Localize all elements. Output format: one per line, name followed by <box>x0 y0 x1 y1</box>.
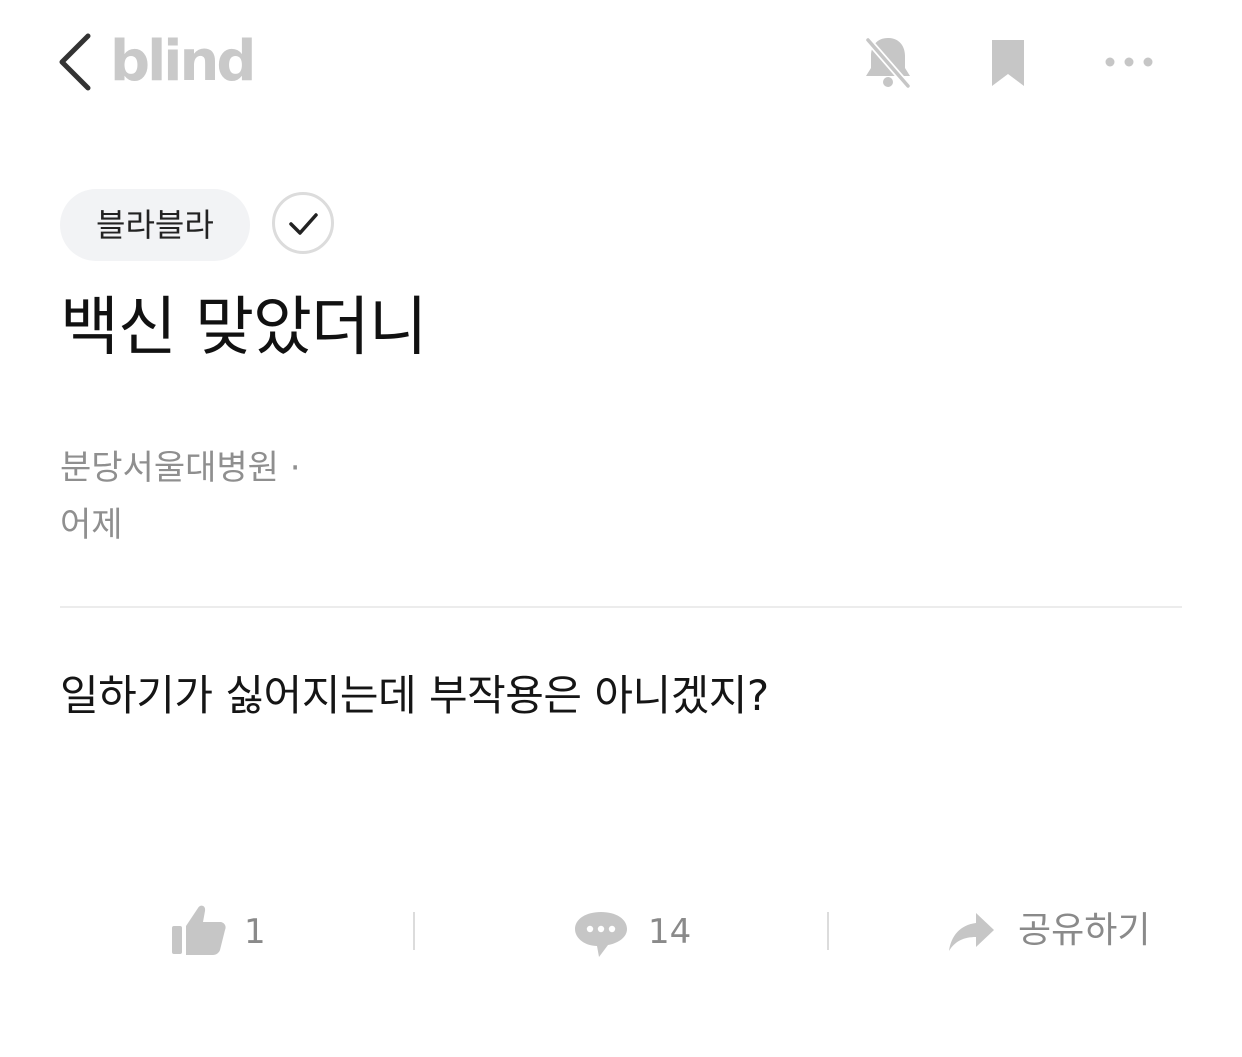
like-button[interactable] <box>170 900 228 958</box>
share-arrow-icon <box>949 913 994 951</box>
action-separator <box>827 912 829 950</box>
more-button[interactable] <box>1100 48 1160 76</box>
category-chip[interactable]: 블라블라 <box>60 189 250 261</box>
top-bar: blind <box>0 0 1242 130</box>
action-separator <box>413 912 415 950</box>
speech-bubble-icon <box>575 912 627 957</box>
divider <box>60 606 1182 608</box>
bookmark-button[interactable] <box>988 36 1028 90</box>
post-time: 어제 <box>60 505 123 545</box>
share-label[interactable]: 공유하기 <box>1018 908 1150 954</box>
back-button[interactable] <box>52 28 102 98</box>
bell-off-icon <box>865 37 911 89</box>
notification-button[interactable] <box>862 34 914 92</box>
comment-count: 14 <box>648 912 692 952</box>
author-company[interactable]: 분당서울대병원 · <box>60 446 301 490</box>
verified-badge <box>272 192 334 254</box>
blind-logo: blind <box>110 29 256 94</box>
like-count: 1 <box>244 912 266 952</box>
post-title: 백신 맞았더니 <box>60 291 428 365</box>
more-icon <box>1105 57 1153 67</box>
share-button[interactable] <box>946 910 996 954</box>
chevron-left-icon <box>59 33 91 91</box>
check-icon <box>289 213 318 235</box>
post-body: 일하기가 싫어지는데 부작용은 아니겠지? <box>60 671 769 720</box>
thumbs-up-icon <box>172 905 226 955</box>
bookmark-icon <box>992 40 1024 86</box>
comment-button[interactable] <box>572 908 630 960</box>
